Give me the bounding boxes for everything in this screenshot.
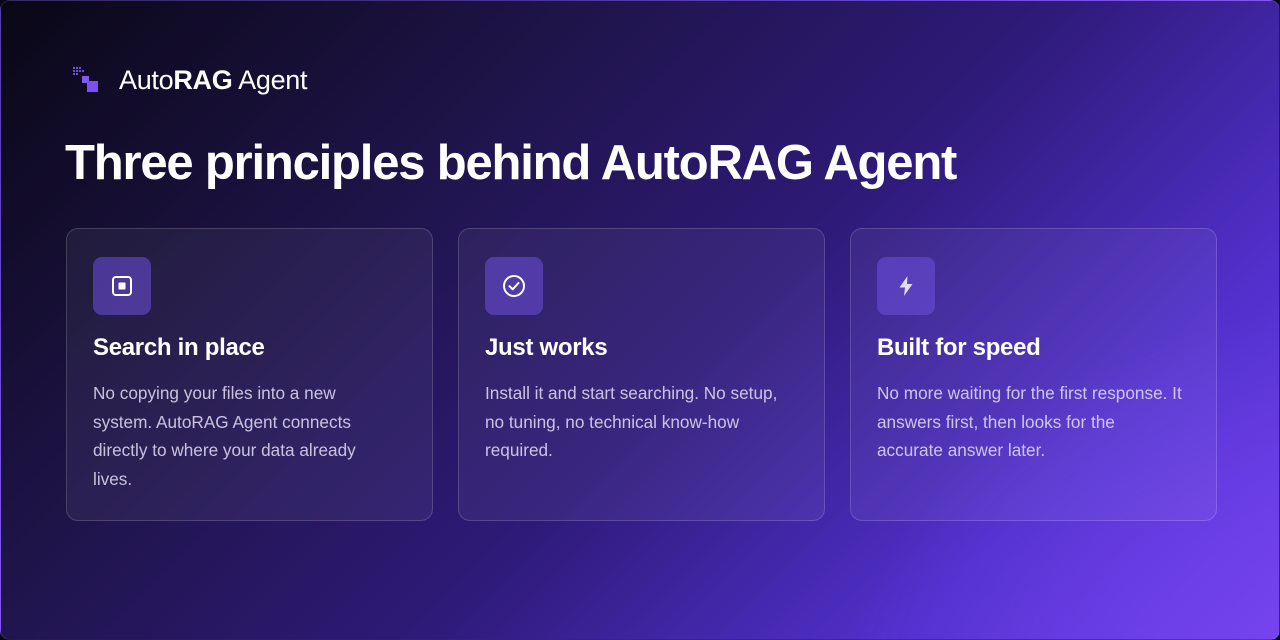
card-icon-container bbox=[485, 257, 543, 315]
square-in-box-icon bbox=[112, 276, 132, 296]
card-title: Built for speed bbox=[877, 334, 1041, 361]
principle-cards: Search in place No copying your files in… bbox=[66, 228, 1217, 521]
lightning-bolt-icon bbox=[899, 276, 913, 296]
card-title: Search in place bbox=[93, 334, 265, 361]
principle-card-just-works: Just works Install it and start searchin… bbox=[458, 228, 825, 521]
card-icon-container bbox=[877, 257, 935, 315]
brand-name-emphasis: RAG bbox=[173, 65, 233, 95]
card-description: No more waiting for the first response. … bbox=[877, 383, 1182, 460]
card-icon-container bbox=[93, 257, 151, 315]
principle-card-search-in-place: Search in place No copying your files in… bbox=[66, 228, 433, 521]
pixel-squares-logo-icon bbox=[73, 67, 98, 92]
card-title: Just works bbox=[485, 334, 608, 361]
card-description: Install it and start searching. No setup… bbox=[485, 383, 778, 460]
check-circle-icon bbox=[503, 275, 525, 297]
card-description: No copying your files into a new system.… bbox=[93, 383, 356, 489]
page-title: Three principles behind AutoRAG Agent bbox=[65, 136, 957, 190]
brand-name: AutoRAG Agent bbox=[119, 63, 308, 97]
brand: AutoRAG Agent bbox=[73, 63, 308, 97]
brand-name-suffix: Agent bbox=[232, 65, 308, 95]
principles-banner: AutoRAG Agent Three principles behind Au… bbox=[0, 0, 1280, 640]
brand-name-prefix: Auto bbox=[119, 65, 174, 95]
principle-card-built-for-speed: Built for speed No more waiting for the … bbox=[850, 228, 1217, 521]
